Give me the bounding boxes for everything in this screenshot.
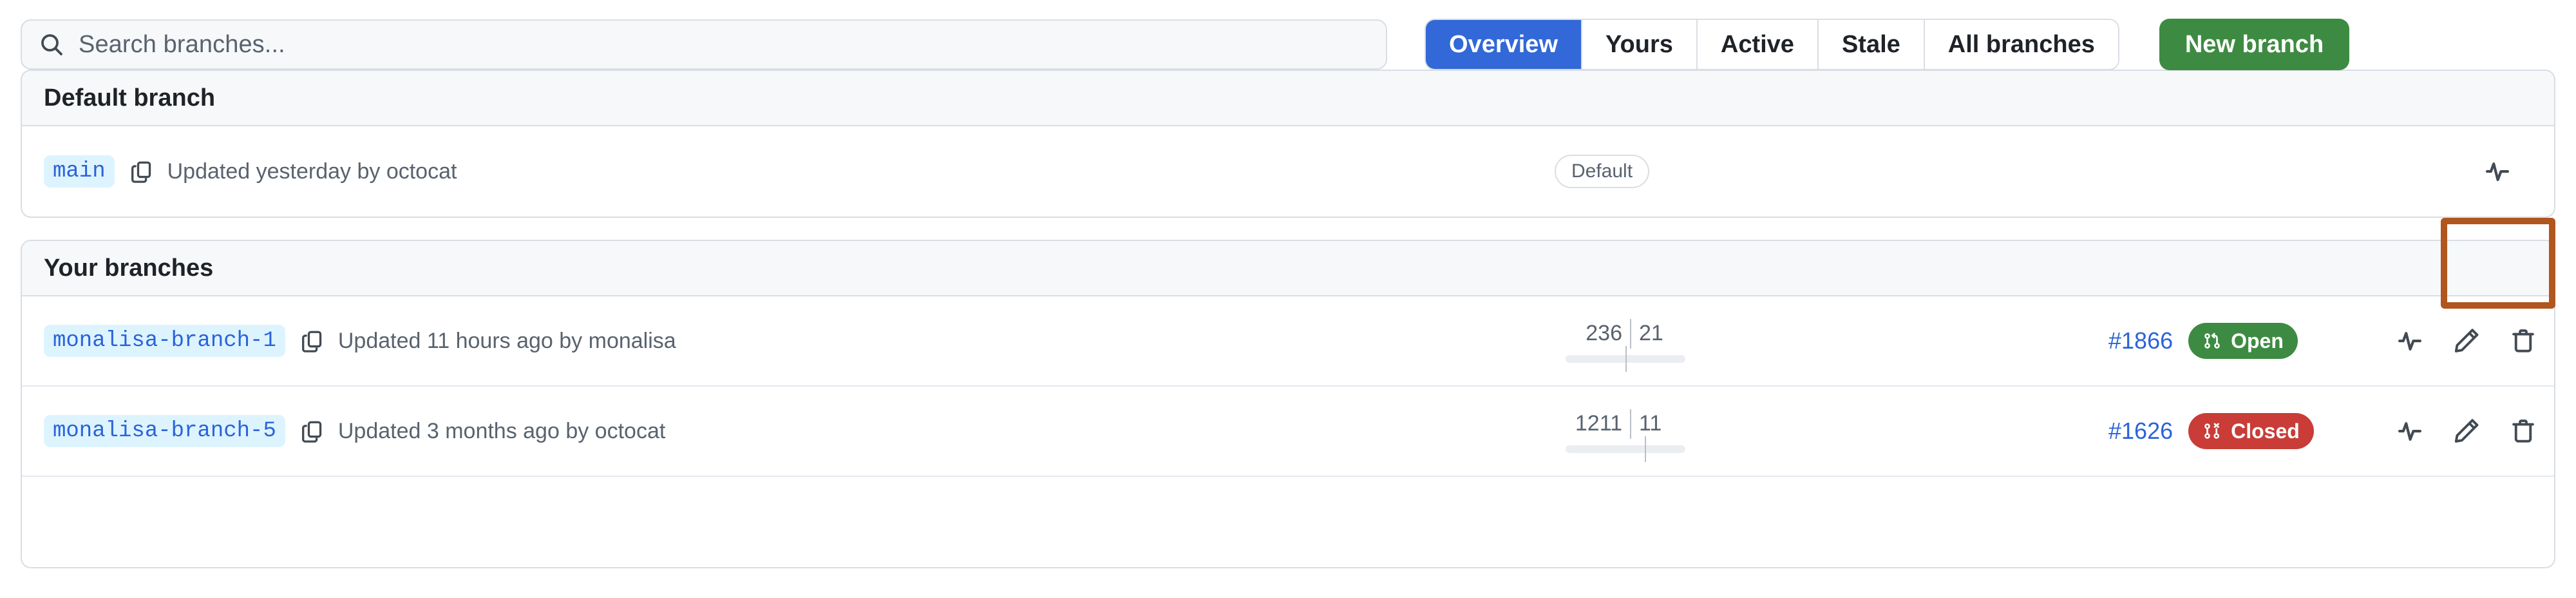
row-actions — [2396, 417, 2537, 445]
table-row: monalisa-branch-1 Updated 11 hours ago b… — [22, 296, 2554, 387]
behind-count: 1211 — [1575, 411, 1622, 436]
trash-icon[interactable] — [2509, 417, 2537, 445]
pencil-icon[interactable] — [2452, 417, 2481, 445]
search-icon — [39, 32, 64, 57]
status-badge: Default — [1555, 155, 1650, 188]
status-badge: Open — [2188, 323, 2298, 359]
tab-stale[interactable]: Stale — [1818, 20, 1925, 69]
ahead-behind-indicator: 1211 11 — [1551, 409, 1700, 462]
ahead-behind-bar-divider — [1625, 346, 1627, 372]
branch-activity-button[interactable] — [2396, 417, 2424, 445]
default-branch-title: Default branch — [44, 84, 216, 111]
tab-all-branches[interactable]: All branches — [1924, 20, 2118, 69]
git-pull-request-closed-icon — [2202, 421, 2222, 441]
branch-activity-button[interactable] — [2396, 327, 2424, 355]
your-branches-card-header: Your branches — [22, 241, 2554, 296]
tab-overview[interactable]: Overview — [1426, 20, 1582, 69]
branch-updated-text: Updated 11 hours ago by monalisa — [337, 328, 676, 353]
branch-updated-text: Updated 3 months ago by octocat — [337, 418, 666, 443]
branch-activity-button[interactable] — [2483, 157, 2512, 186]
branch-name-link[interactable]: monalisa-branch-5 — [44, 415, 285, 447]
tab-active-label: Active — [1720, 30, 1794, 58]
table-row: monalisa-branch-5 Updated 3 months ago b… — [22, 387, 2554, 477]
ahead-count: 21 — [1639, 321, 1663, 346]
your-branches-card: Your branches monalisa-branch-1 Updated … — [21, 240, 2555, 568]
branch-filter-tabs: Overview Yours Active Stale All branches — [1425, 19, 2119, 70]
your-branches-title: Your branches — [44, 254, 214, 282]
ahead-behind-indicator: 236 21 — [1551, 319, 1700, 372]
tab-overview-label: Overview — [1449, 30, 1558, 58]
table-row — [22, 477, 2554, 567]
ahead-count: 11 — [1639, 411, 1662, 436]
tab-stale-label: Stale — [1841, 30, 1900, 58]
copy-icon[interactable] — [299, 419, 324, 443]
default-branch-card-header: Default branch — [22, 71, 2554, 126]
status-badge: Closed — [2188, 413, 2314, 449]
default-branch-actions — [2441, 126, 2554, 217]
pull-request-number-link[interactable]: #1866 — [2108, 327, 2173, 354]
branch-updated-text: Updated yesterday by octocat — [167, 159, 457, 184]
default-branch-card: Default branch main Updated yesterday by… — [21, 70, 2555, 218]
branches-toolbar: Overview Yours Active Stale All branches… — [21, 0, 2555, 70]
branch-name-link[interactable]: main — [44, 155, 115, 188]
pencil-icon[interactable] — [2452, 327, 2481, 355]
search-input[interactable] — [79, 30, 1369, 59]
ahead-behind-bar-divider — [1644, 436, 1646, 462]
tab-active[interactable]: Active — [1697, 20, 1819, 69]
git-pull-request-icon — [2202, 331, 2222, 351]
pull-request-column: #1866 Open — [2108, 323, 2298, 359]
search-branches-box[interactable] — [21, 19, 1387, 70]
pull-request-column: #1626 Closed — [2108, 413, 2314, 449]
behind-count: 236 — [1586, 321, 1622, 346]
pull-request-number-link[interactable]: #1626 — [2108, 418, 2173, 445]
branches-page: Overview Yours Active Stale All branches… — [0, 0, 2576, 598]
default-branch-badge-column: Default — [1555, 155, 1650, 188]
ahead-behind-bar — [1566, 436, 1685, 462]
ahead-behind-bar — [1566, 346, 1685, 372]
tab-yours-label: Yours — [1605, 30, 1673, 58]
copy-icon[interactable] — [299, 329, 324, 353]
tab-yours[interactable]: Yours — [1582, 20, 1698, 69]
trash-icon[interactable] — [2509, 327, 2537, 355]
row-actions — [2396, 327, 2537, 355]
pull-request-state-label: Open — [2231, 329, 2284, 352]
table-row: main Updated yesterday by octocat Defaul… — [22, 126, 2554, 217]
pull-request-state-label: Closed — [2231, 419, 2300, 443]
new-branch-button[interactable]: New branch — [2159, 19, 2350, 70]
copy-icon[interactable] — [129, 159, 153, 184]
branch-name-link[interactable]: monalisa-branch-1 — [44, 325, 285, 357]
tab-all-branches-label: All branches — [1947, 30, 2095, 58]
